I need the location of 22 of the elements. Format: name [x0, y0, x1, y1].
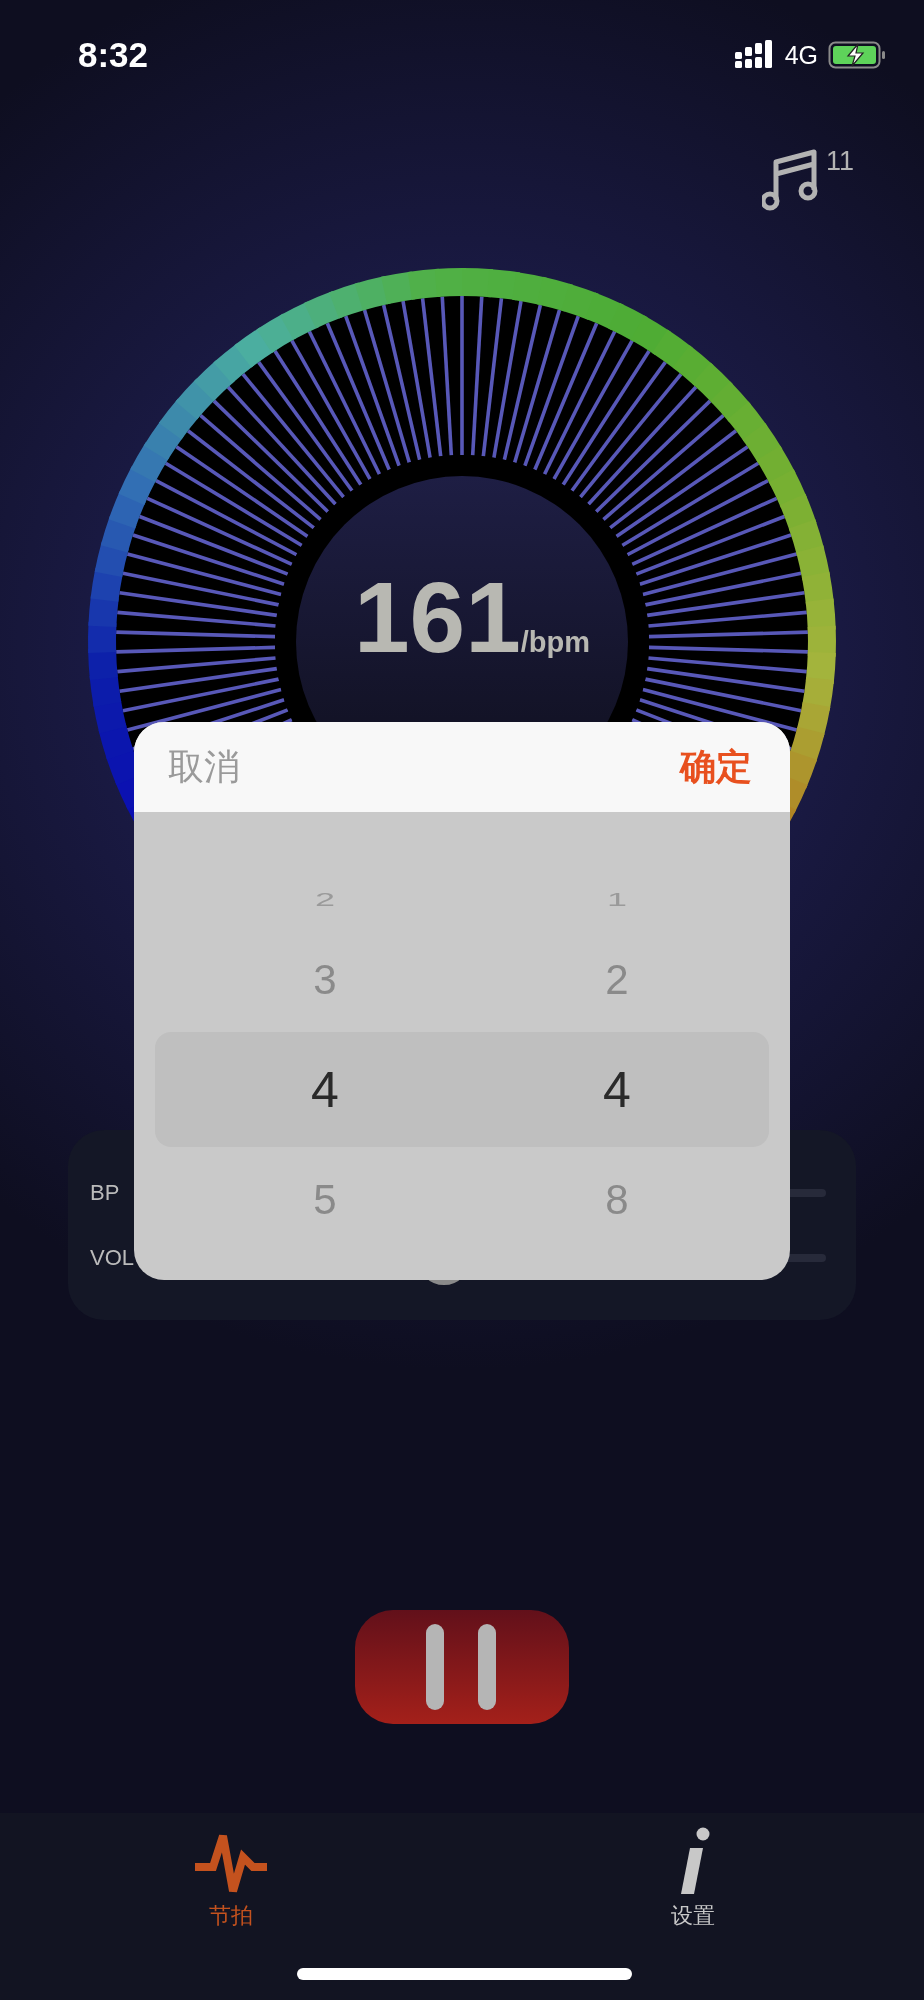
network-type: 4G [784, 40, 818, 70]
signal-icon [734, 40, 775, 70]
picker-option[interactable]: 3 [313, 956, 337, 1004]
sound-count: 11 [825, 146, 854, 177]
slider-label: BP [90, 1179, 121, 1206]
picker-option[interactable]: 4 [603, 1061, 631, 1119]
tab[interactable]: 节拍 [0, 1821, 462, 1931]
cancel-button[interactable]: 取消 [164, 738, 244, 796]
picker-option[interactable]: 2 [605, 956, 629, 1004]
pause-button[interactable] [355, 1610, 569, 1724]
status-time: 8:32 [78, 35, 149, 75]
confirm-button[interactable]: 确定 [676, 738, 756, 796]
battery-charging-icon [828, 41, 886, 69]
pause-icon [426, 1624, 498, 1710]
pulse-icon [195, 1833, 267, 1895]
picker-option[interactable]: 5 [313, 1176, 337, 1224]
picker-option[interactable]: 4 [311, 1061, 339, 1119]
tab[interactable]: 设置 [462, 1821, 924, 1931]
slider-label: VOL [90, 1244, 134, 1271]
picker-option[interactable]: 8 [605, 1176, 629, 1224]
tempo-unit: /bpm [520, 626, 591, 659]
tempo-value: 161 [353, 560, 521, 675]
